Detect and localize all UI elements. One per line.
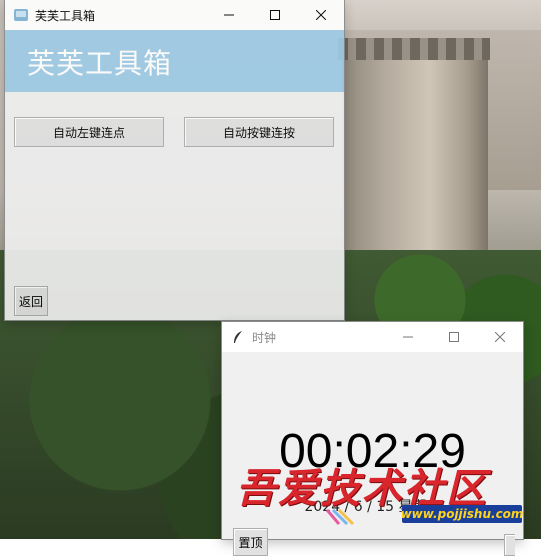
auto-key-press-button[interactable]: 自动按键连按 <box>184 117 334 147</box>
main-titlebar[interactable]: 芙芙工具箱 <box>5 0 344 30</box>
minimize-icon[interactable] <box>206 0 252 30</box>
pin-on-top-button[interactable]: 置顶 <box>233 528 268 556</box>
maximize-icon[interactable] <box>252 0 298 30</box>
clock-titlebar[interactable]: 时钟 <box>222 322 523 352</box>
close-icon[interactable] <box>477 322 523 352</box>
maximize-icon[interactable] <box>431 322 477 352</box>
back-button[interactable]: 返回 <box>14 286 48 316</box>
window-title: 芙芙工具箱 <box>35 8 96 23</box>
app-icon <box>13 7 29 23</box>
watermark-brush-stroke <box>325 508 355 526</box>
window-controls <box>206 0 344 30</box>
main-window: 芙芙工具箱 芙芙工具箱 自动左键连点 自动按键连按 返回 <box>5 0 344 320</box>
watermark-url: www.pojjishu.com <box>400 505 524 523</box>
wallpaper-castle-battlements <box>338 38 490 60</box>
feather-icon <box>230 329 246 345</box>
header-banner: 芙芙工具箱 <box>5 30 344 92</box>
wallpaper-castle-tower <box>342 38 488 270</box>
clock-title: 时钟 <box>252 330 277 345</box>
clock-side-button[interactable] <box>504 534 515 556</box>
close-icon[interactable] <box>298 0 344 30</box>
minimize-icon[interactable] <box>385 322 431 352</box>
clock-window-controls <box>385 322 523 352</box>
auto-left-click-button[interactable]: 自动左键连点 <box>14 117 164 147</box>
banner-title: 芙芙工具箱 <box>27 47 173 80</box>
